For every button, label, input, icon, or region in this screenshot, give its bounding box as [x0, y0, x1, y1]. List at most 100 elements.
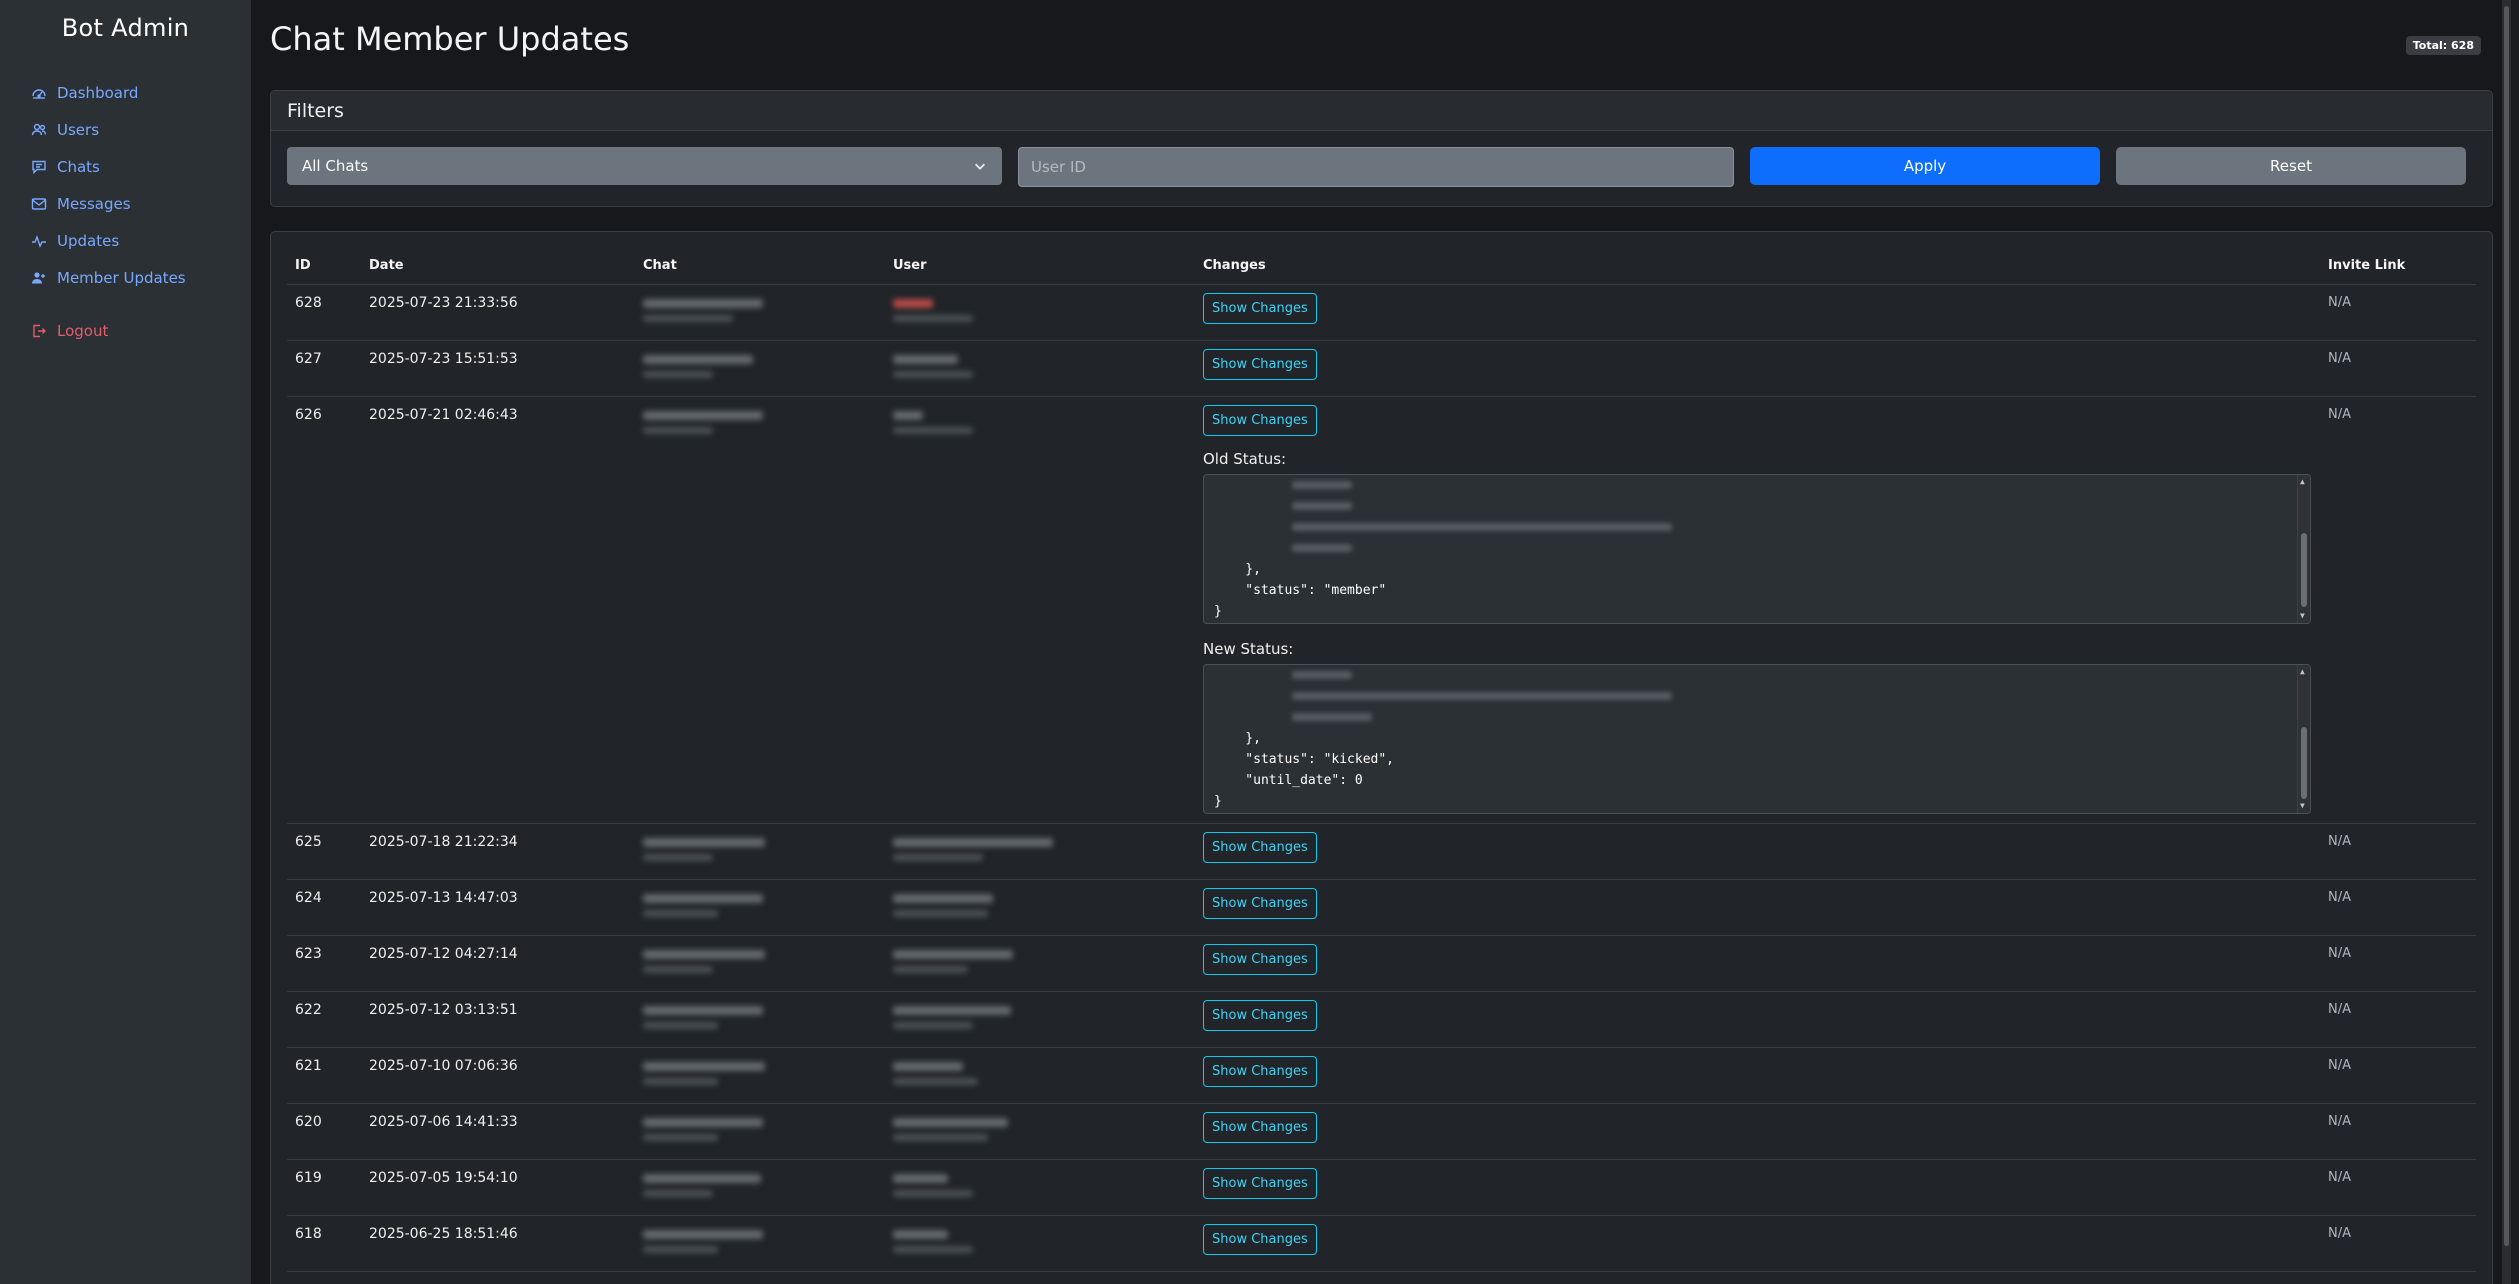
cell-chat [635, 396, 885, 824]
header-user: User [885, 248, 1195, 285]
sidebar-item-label: Member Updates [57, 268, 186, 287]
cell-user [885, 935, 1195, 992]
sidebar-item-label: Logout [57, 321, 109, 340]
cell-invite-link: N/A [2320, 935, 2476, 992]
cell-id: 624 [287, 879, 361, 936]
sidebar-item-users[interactable]: Users [0, 111, 251, 148]
redacted-user [893, 410, 1187, 434]
cell-chat [635, 935, 885, 992]
table-row: 622 2025-07-12 03:13:51 Show Changes N/A [287, 991, 2476, 1048]
sidebar-item-updates[interactable]: Updates [0, 222, 251, 259]
cell-date: 2025-07-18 21:22:34 [361, 823, 635, 880]
show-changes-button[interactable]: Show Changes [1203, 943, 1317, 975]
user-id-input[interactable] [1018, 147, 1734, 187]
cell-id: 627 [287, 340, 361, 397]
filters-form: All Chats Apply Reset [271, 131, 2492, 203]
filters-title: Filters [271, 91, 2492, 131]
show-changes-button[interactable]: Show Changes [1203, 999, 1317, 1031]
redacted-chat [643, 1173, 877, 1197]
cell-chat [635, 1215, 885, 1272]
header-invite-link: Invite Link [2320, 248, 2476, 285]
chat-select[interactable]: All Chats [287, 147, 1002, 185]
reset-button[interactable]: Reset [2116, 147, 2466, 185]
cell-date: 2025-07-06 14:41:33 [361, 1103, 635, 1160]
sidebar-item-logout[interactable]: Logout [0, 312, 251, 349]
main-content: Chat Member Updates Total: 628 Filters A… [251, 0, 2511, 1284]
scroll-up-icon[interactable]: ▲ [2300, 477, 2305, 486]
redacted-chat [643, 893, 877, 917]
redacted-chat [643, 1061, 877, 1085]
redacted-chat [643, 837, 877, 861]
redacted-user [893, 949, 1187, 973]
sidebar-item-messages[interactable]: Messages [0, 185, 251, 222]
cell-changes: Show Changes [1195, 823, 2320, 880]
redacted-code-line [1214, 707, 2300, 728]
cell-id: 626 [287, 396, 361, 824]
table-row: 620 2025-07-06 14:41:33 Show Changes N/A [287, 1103, 2476, 1160]
sidebar-item-chats[interactable]: Chats [0, 148, 251, 185]
cell-date: 2025-07-10 07:06:36 [361, 1047, 635, 1104]
header-id: ID [287, 248, 361, 285]
show-changes-button[interactable]: Show Changes [1203, 292, 1317, 324]
scroll-down-icon[interactable]: ▼ [2300, 801, 2305, 810]
sidebar-item-dashboard[interactable]: Dashboard [0, 74, 251, 111]
header-chat: Chat [635, 248, 885, 285]
old-status-label: Old Status: [1203, 449, 1287, 468]
new-status-box[interactable]: }, "status": "kicked", "until_date": 0} ▲… [1203, 663, 2311, 814]
table-header-row: ID Date Chat User Changes Invite Link [287, 248, 2476, 285]
cell-date: 2025-07-05 19:54:10 [361, 1159, 635, 1216]
show-changes-button[interactable]: Show Changes [1203, 1223, 1317, 1255]
old-status-box[interactable]: }, "status": "member"} ▲ ▼ [1203, 473, 2311, 624]
code-line: "status": "kicked", [1214, 751, 1395, 767]
code-line: } [1214, 793, 1222, 809]
cell-chat [635, 284, 885, 341]
redacted-user [893, 1061, 1187, 1085]
sidebar-item-label: Updates [57, 231, 120, 250]
show-changes-button[interactable]: Show Changes [1203, 887, 1317, 919]
cell-chat [635, 1047, 885, 1104]
sidebar-item-member-updates[interactable]: Member Updates [0, 259, 251, 296]
show-changes-button[interactable]: Show Changes [1203, 1055, 1317, 1087]
cell-id: 623 [287, 935, 361, 992]
redacted-user [893, 1229, 1187, 1253]
cell-changes: Show Changes Old Status: }, "status": "m… [1195, 396, 2320, 824]
cell-date: 2025-07-23 21:33:56 [361, 284, 635, 341]
code-line: "until_date": 0 [1214, 772, 1363, 788]
table-row: 628 2025-07-23 21:33:56 Show Changes N/A [287, 284, 2476, 341]
redacted-user [893, 354, 1187, 378]
redacted-chat [643, 410, 877, 434]
envelope-icon [31, 196, 47, 212]
show-changes-button[interactable]: Show Changes [1203, 348, 1317, 380]
cell-id: 628 [287, 284, 361, 341]
cell-id: 625 [287, 823, 361, 880]
show-changes-button[interactable]: Show Changes [1203, 1111, 1317, 1143]
code-scrollbar[interactable]: ▲ ▼ [2297, 474, 2310, 623]
cell-id: 618 [287, 1215, 361, 1272]
cell-changes: Show Changes [1195, 879, 2320, 936]
table-row: 624 2025-07-13 14:47:03 Show Changes N/A [287, 879, 2476, 936]
table-row: 619 2025-07-05 19:54:10 Show Changes N/A [287, 1159, 2476, 1216]
table-row: 618 2025-06-25 18:51:46 Show Changes N/A [287, 1215, 2476, 1272]
apply-button[interactable]: Apply [1750, 147, 2100, 185]
filters-card: Filters All Chats Apply Reset [270, 90, 2493, 207]
total-badge: Total: 628 [2405, 36, 2481, 55]
code-scrollbar[interactable]: ▲ ▼ [2297, 664, 2310, 813]
cell-id: 622 [287, 991, 361, 1048]
redacted-user [893, 837, 1187, 861]
header-changes: Changes [1195, 248, 2320, 285]
scroll-up-icon[interactable]: ▲ [2300, 667, 2305, 676]
cell-chat [635, 1103, 885, 1160]
table-row: 625 2025-07-18 21:22:34 Show Changes N/A [287, 823, 2476, 880]
show-changes-button[interactable]: Show Changes [1203, 1167, 1317, 1199]
cell-changes: Show Changes [1195, 991, 2320, 1048]
new-status-label: New Status: [1203, 639, 1294, 658]
chat-select-value: All Chats [302, 157, 369, 175]
scroll-down-icon[interactable]: ▼ [2300, 611, 2305, 620]
redacted-user [893, 298, 1187, 322]
show-changes-button[interactable]: Show Changes [1203, 404, 1317, 436]
show-changes-button[interactable]: Show Changes [1203, 831, 1317, 863]
cell-date: 2025-07-21 02:46:43 [361, 396, 635, 824]
redacted-code-line [1214, 538, 2300, 559]
redacted-code-line [1214, 496, 2300, 517]
cell-changes: Show Changes [1195, 935, 2320, 992]
